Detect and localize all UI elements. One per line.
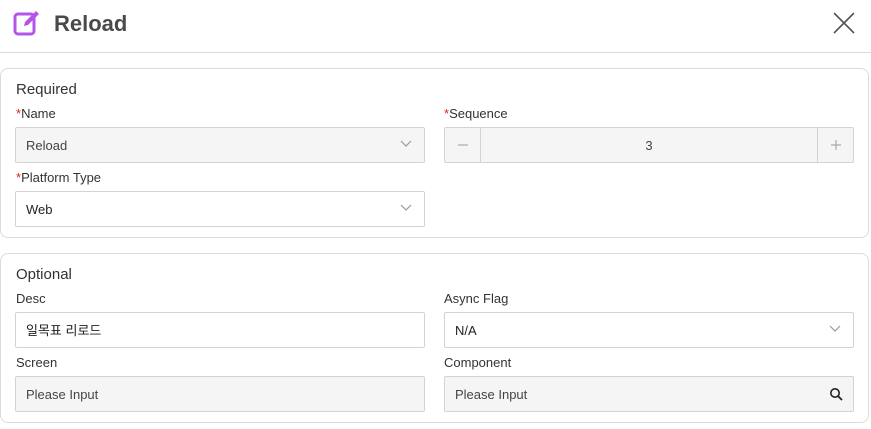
component-input[interactable]: Please Input bbox=[444, 376, 854, 412]
edit-icon bbox=[13, 11, 39, 36]
screen-placeholder: Please Input bbox=[26, 387, 99, 402]
chevron-down-icon bbox=[829, 325, 841, 332]
name-select[interactable]: Reload bbox=[15, 127, 425, 163]
dialog-header: Reload bbox=[0, 0, 871, 53]
async-flag-select[interactable]: N/A bbox=[444, 312, 854, 348]
optional-section: Optional Desc 일목표 리로드 Async Flag N/A Scr… bbox=[0, 253, 869, 423]
increment-button[interactable] bbox=[817, 128, 853, 162]
async-flag-value: N/A bbox=[455, 323, 477, 338]
minus-icon bbox=[457, 144, 468, 146]
screen-input[interactable]: Please Input bbox=[15, 376, 425, 412]
sequence-value: 3 bbox=[645, 138, 653, 153]
plus-icon bbox=[830, 140, 841, 150]
search-icon[interactable] bbox=[829, 387, 843, 401]
desc-input[interactable]: 일목표 리로드 bbox=[15, 312, 425, 348]
desc-label: Desc bbox=[16, 291, 46, 306]
async-flag-label: Async Flag bbox=[444, 291, 509, 306]
required-section: Required *Name Reload *Sequence 3 *Platf… bbox=[0, 68, 869, 238]
desc-value: 일목표 리로드 bbox=[26, 323, 102, 338]
chevron-down-icon bbox=[400, 140, 412, 147]
chevron-down-icon bbox=[400, 204, 412, 211]
name-label: *Name bbox=[16, 106, 56, 121]
component-placeholder: Please Input bbox=[455, 387, 528, 402]
required-section-title: Required bbox=[16, 81, 77, 98]
screen-label: Screen bbox=[16, 355, 58, 370]
component-label: Component bbox=[444, 355, 512, 370]
name-value: Reload bbox=[26, 138, 68, 153]
decrement-button[interactable] bbox=[445, 128, 481, 162]
sequence-stepper[interactable]: 3 bbox=[444, 127, 854, 163]
platform-type-select[interactable]: Web bbox=[15, 191, 425, 227]
platform-type-value: Web bbox=[26, 202, 53, 217]
sequence-label: *Sequence bbox=[444, 106, 508, 121]
platform-type-label: *Platform Type bbox=[16, 170, 102, 185]
optional-section-title: Optional bbox=[16, 266, 72, 283]
dialog-title: Reload bbox=[54, 11, 128, 36]
close-icon[interactable] bbox=[831, 10, 857, 36]
